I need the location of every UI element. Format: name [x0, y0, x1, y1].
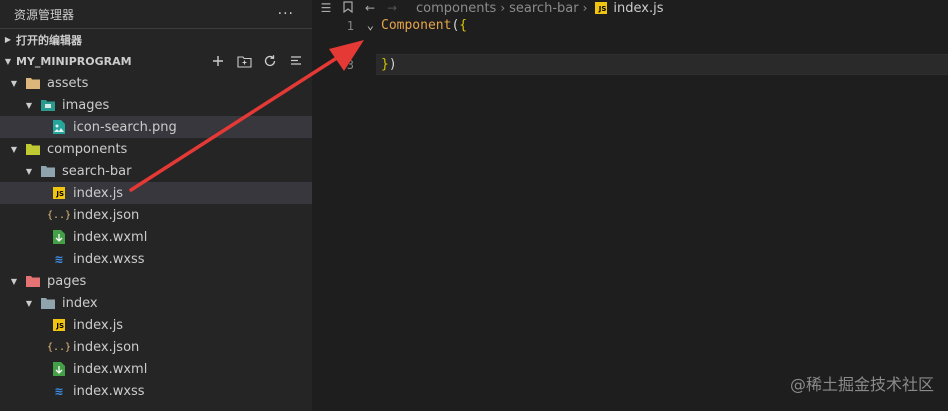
file-tree: ▼ assets ▼ images icon-search.png ▼ components…: [0, 72, 312, 402]
tree-item-label: assets: [47, 75, 89, 91]
breadcrumb: ☰ ← → components › search-bar › JS index…: [312, 0, 948, 16]
bookmark-icon[interactable]: [340, 0, 356, 16]
tree-folder[interactable]: ▼ search-bar: [0, 160, 312, 182]
tree-folder[interactable]: ▼ assets: [0, 72, 312, 94]
tree-item-label: index.json: [73, 207, 140, 223]
chevron-down-icon: ▼: [25, 298, 33, 308]
wxss-file-icon: ≋: [54, 252, 64, 266]
js-file-icon: JS: [53, 319, 65, 331]
new-file-icon[interactable]: [210, 53, 226, 69]
tree-item-label: index.wxss: [73, 383, 145, 399]
back-arrow-icon[interactable]: ←: [362, 1, 378, 15]
tree-item-label: pages: [47, 273, 87, 289]
open-editors-section[interactable]: ▶ 打开的编辑器: [0, 28, 312, 50]
chevron-right-icon: ▶: [4, 35, 12, 44]
explorer-title: 资源管理器: [14, 7, 75, 22]
wxml-file-icon: [52, 362, 66, 376]
tree-file[interactable]: JS index.js: [0, 314, 312, 336]
components-folder-icon: [26, 142, 40, 156]
chevron-down-icon: ▼: [10, 276, 18, 286]
image-file-icon: [52, 120, 66, 134]
line-number: 3: [346, 58, 354, 72]
tree-item-label: index.wxml: [73, 361, 148, 377]
breadcrumb-separator-icon: ›: [582, 1, 588, 15]
json-file-icon: {..}: [46, 209, 72, 221]
tree-item-label: components: [47, 141, 128, 157]
tree-folder[interactable]: ▼ images: [0, 94, 312, 116]
refresh-icon[interactable]: [262, 53, 278, 69]
watermark: @稀土掘金技术社区: [789, 375, 934, 394]
code-line[interactable]: Component({: [381, 18, 467, 33]
code-token: Component: [381, 18, 452, 33]
project-section[interactable]: ▼ MY_MINIPROGRAM: [0, 50, 312, 72]
tree-item-label: images: [62, 97, 110, 113]
breadcrumb-item[interactable]: index.js: [613, 1, 663, 16]
tree-file[interactable]: ≋ index.wxss: [0, 380, 312, 402]
tree-file[interactable]: {..} index.json: [0, 204, 312, 226]
tree-folder[interactable]: ▼ pages: [0, 270, 312, 292]
js-file-icon: JS: [53, 187, 65, 199]
breadcrumb-item[interactable]: search-bar: [509, 1, 578, 16]
current-line-highlight: [376, 54, 948, 75]
breadcrumb-separator-icon: ›: [500, 1, 506, 15]
fold-chevron-icon[interactable]: ⌄: [362, 18, 374, 32]
tree-item-label: index.json: [73, 339, 140, 355]
tree-item-label: index.wxss: [73, 251, 145, 267]
tree-file[interactable]: ≋ index.wxss: [0, 248, 312, 270]
chevron-down-icon: ▼: [10, 78, 18, 88]
editor-area: ☰ ← → components › search-bar › JS index…: [312, 0, 948, 411]
tree-item-label: index.js: [73, 185, 124, 201]
tree-file[interactable]: {..} index.json: [0, 336, 312, 358]
tree-folder[interactable]: ▼ index: [0, 292, 312, 314]
tree-item-label: index.wxml: [73, 229, 148, 245]
forward-arrow-icon[interactable]: →: [384, 1, 400, 15]
js-file-icon: JS: [595, 2, 608, 14]
images-folder-icon: [41, 98, 55, 112]
folder-icon: [41, 164, 55, 178]
tree-file[interactable]: icon-search.png: [0, 116, 312, 138]
tree-file[interactable]: index.wxml: [0, 226, 312, 248]
tree-item-label: icon-search.png: [73, 119, 177, 135]
wxml-file-icon: [52, 230, 66, 244]
line-number: 1: [346, 19, 354, 33]
chevron-down-icon: ▼: [4, 56, 12, 66]
breadcrumb-item[interactable]: components: [416, 1, 496, 16]
explorer-header: 资源管理器 ···: [0, 0, 312, 28]
project-name: MY_MINIPROGRAM: [16, 54, 132, 68]
tree-item-label: index.js: [73, 317, 124, 333]
assets-folder-icon: [26, 76, 40, 90]
tree-folder[interactable]: ▼ components: [0, 138, 312, 160]
code-line[interactable]: }): [381, 57, 397, 72]
tree-file[interactable]: JS index.js: [0, 182, 312, 204]
explorer-sidebar: 资源管理器 ··· ▶ 打开的编辑器 ▼ MY_MINIPROGRAM ▼ ass…: [0, 0, 312, 411]
more-actions-icon[interactable]: ···: [278, 6, 294, 22]
chevron-down-icon: ▼: [25, 166, 33, 176]
code-token: {: [459, 18, 468, 33]
collapse-all-icon[interactable]: [288, 53, 304, 69]
code-token: ): [388, 57, 397, 72]
new-folder-icon[interactable]: [236, 53, 252, 69]
code-token: }: [381, 57, 389, 72]
wxss-file-icon: ≋: [54, 384, 64, 398]
chevron-down-icon: ▼: [10, 144, 18, 154]
open-editors-label: 打开的编辑器: [16, 33, 82, 47]
folder-icon: [41, 296, 55, 310]
tree-item-label: search-bar: [62, 163, 132, 179]
list-icon[interactable]: ☰: [318, 1, 334, 15]
chevron-down-icon: ▼: [25, 100, 33, 110]
json-file-icon: {..}: [46, 341, 72, 353]
pages-folder-icon: [26, 274, 40, 288]
tree-file[interactable]: index.wxml: [0, 358, 312, 380]
tree-item-label: index: [62, 295, 98, 311]
